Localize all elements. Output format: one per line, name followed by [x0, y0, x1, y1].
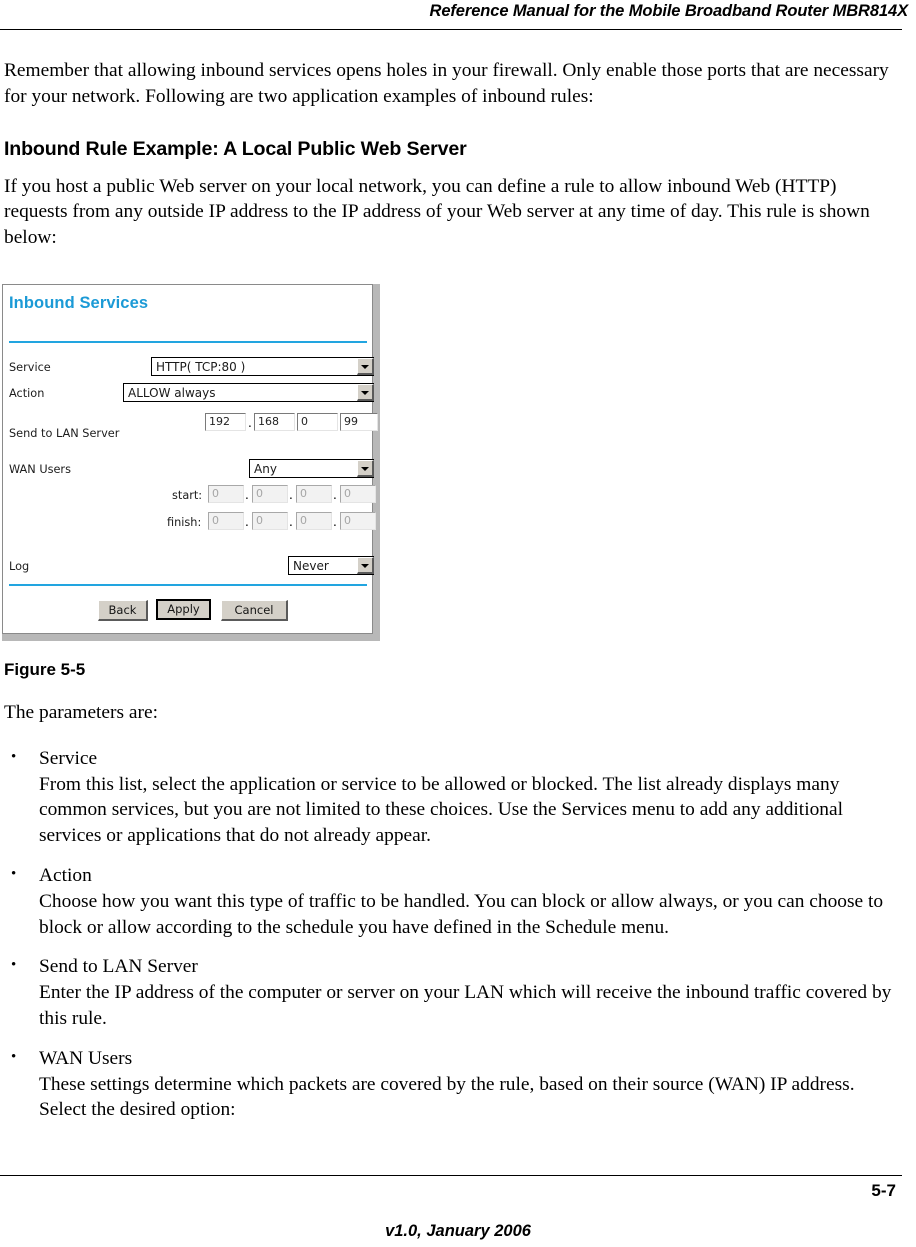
send-to-lan-server-label: Send to LAN Server — [9, 427, 120, 440]
wan-start-separator-3: . — [333, 488, 337, 502]
log-label: Log — [9, 560, 30, 573]
wan-users-select[interactable]: Any — [249, 459, 374, 478]
log-select[interactable]: Never — [288, 556, 374, 575]
action-label: Action — [9, 387, 45, 400]
section-heading: Inbound Rule Example: A Local Public Web… — [4, 137, 467, 160]
chevron-down-icon[interactable] — [357, 557, 374, 574]
wan-finish-separator-1: . — [245, 515, 249, 529]
lan-ip-separator-1: . — [248, 416, 252, 430]
figure-caption: Figure 5-5 — [4, 660, 86, 679]
parameter-term: Service — [39, 747, 98, 769]
parameters-list: Service From this list, select the appli… — [4, 745, 902, 1123]
list-item: WAN Users These settings determine which… — [4, 1045, 902, 1123]
wan-finish-octet-1[interactable]: 0 — [208, 512, 244, 530]
wan-finish-separator-3: . — [333, 515, 337, 529]
parameter-description: From this list, select the application o… — [39, 773, 843, 847]
footer-divider — [0, 1175, 902, 1176]
parameter-term: Action — [39, 864, 92, 886]
page-number: 5-7 — [871, 1181, 896, 1200]
wan-start-octet-4[interactable]: 0 — [340, 485, 376, 503]
service-label: Service — [9, 361, 51, 374]
wan-finish-separator-2: . — [289, 515, 293, 529]
section-paragraph: If you host a public Web server on your … — [4, 175, 870, 249]
wan-finish-octet-2[interactable]: 0 — [252, 512, 288, 530]
wan-start-separator-1: . — [245, 488, 249, 502]
parameter-term: Send to LAN Server — [39, 956, 198, 978]
header-divider — [0, 29, 902, 30]
wan-finish-octet-3[interactable]: 0 — [296, 512, 332, 530]
document-version: v1.0, January 2006 — [385, 1222, 531, 1240]
inbound-services-panel: Inbound Services Service HTTP( TCP:80 ) … — [2, 284, 378, 634]
panel-top-divider — [9, 341, 367, 343]
service-select-value: HTTP( TCP:80 ) — [156, 359, 246, 374]
lan-ip-octet-3[interactable]: 0 — [297, 413, 338, 431]
wan-start-separator-2: . — [289, 488, 293, 502]
running-header-title: Reference Manual for the Mobile Broadban… — [429, 2, 909, 20]
document-page: Reference Manual for the Mobile Broadban… — [0, 0, 916, 1247]
service-select[interactable]: HTTP( TCP:80 ) — [151, 357, 374, 376]
parameters-intro: The parameters are: — [4, 702, 158, 723]
parameter-description: These settings determine which packets a… — [39, 1073, 855, 1121]
panel-title: Inbound Services — [9, 294, 149, 312]
parameter-description: Enter the IP address of the computer or … — [39, 982, 892, 1029]
parameter-term: WAN Users — [39, 1047, 133, 1069]
router-ui-screenshot-figure: Inbound Services Service HTTP( TCP:80 ) … — [2, 284, 380, 641]
wan-users-select-value: Any — [254, 461, 277, 476]
log-select-value: Never — [293, 558, 329, 573]
back-button[interactable]: Back — [98, 600, 148, 621]
lan-ip-octet-4[interactable]: 99 — [340, 413, 378, 431]
lan-ip-octet-1[interactable]: 192 — [205, 413, 246, 431]
list-item: Send to LAN Server Enter the IP address … — [4, 953, 902, 1031]
parameter-description: Choose how you want this type of traffic… — [39, 890, 884, 938]
action-select[interactable]: ALLOW always — [123, 383, 374, 402]
list-item: Action Choose how you want this type of … — [4, 862, 902, 940]
chevron-down-icon[interactable] — [357, 358, 374, 375]
page-content: Remember that allowing inbound services … — [4, 58, 902, 251]
list-item: Service From this list, select the appli… — [4, 745, 902, 849]
wan-start-octet-2[interactable]: 0 — [252, 485, 288, 503]
figure-caption-and-parameters: Figure 5-5 The parameters are: Service F… — [4, 660, 902, 1137]
wan-users-start-label: start: — [172, 489, 203, 502]
chevron-down-icon[interactable] — [357, 460, 374, 477]
wan-users-finish-label: finish: — [167, 516, 202, 529]
wan-finish-octet-4[interactable]: 0 — [340, 512, 376, 530]
apply-button[interactable]: Apply — [156, 599, 211, 620]
panel-bottom-divider — [9, 584, 367, 586]
wan-start-octet-3[interactable]: 0 — [296, 485, 332, 503]
cancel-button[interactable]: Cancel — [221, 600, 288, 621]
action-select-value: ALLOW always — [128, 385, 216, 400]
chevron-down-icon[interactable] — [357, 384, 374, 401]
wan-start-octet-1[interactable]: 0 — [208, 485, 244, 503]
lan-ip-octet-2[interactable]: 168 — [254, 413, 295, 431]
intro-paragraph: Remember that allowing inbound services … — [4, 60, 889, 107]
wan-users-label: WAN Users — [9, 463, 71, 476]
